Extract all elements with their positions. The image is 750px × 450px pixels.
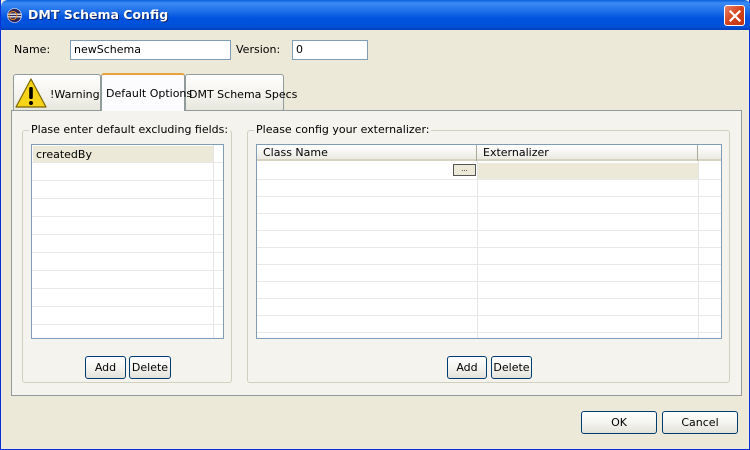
externalizer-table[interactable]: Class Name Externalizer ... xyxy=(256,144,722,339)
column-header-externalizer[interactable]: Externalizer xyxy=(478,145,698,161)
row-line xyxy=(32,180,223,181)
row-line xyxy=(257,247,721,248)
row-line xyxy=(32,234,223,235)
tab-warning-label: !Warning! xyxy=(50,88,105,101)
externalizer-title: Please config your externalizer: xyxy=(254,123,432,136)
tab-default-options-label: Default Options xyxy=(106,87,193,100)
tab-dmt-schema-specs[interactable]: DMT Schema Specs xyxy=(185,74,297,110)
tab-default-options[interactable]: Default Options xyxy=(101,73,192,111)
row-line xyxy=(257,281,721,282)
externalizer-group: Please config your externalizer: Class N… xyxy=(247,123,730,383)
row-line xyxy=(257,332,721,333)
column-divider xyxy=(213,145,214,338)
list-item[interactable]: createdBy xyxy=(33,146,213,162)
class-name-cell-editor[interactable] xyxy=(257,163,477,179)
row-line xyxy=(32,198,223,199)
browse-button[interactable]: ... xyxy=(453,164,476,176)
add-externalizer-button[interactable]: Add xyxy=(447,356,487,379)
version-field[interactable]: 0 xyxy=(292,40,368,60)
column-header-class-name-label: Class Name xyxy=(263,146,328,159)
row-line xyxy=(32,252,223,253)
row-line xyxy=(32,288,223,289)
table-header: Class Name Externalizer xyxy=(257,145,721,161)
column-header-class-name[interactable]: Class Name xyxy=(257,145,477,161)
delete-externalizer-button[interactable]: Delete xyxy=(491,356,532,379)
row-line xyxy=(257,264,721,265)
warning-icon xyxy=(15,78,47,108)
tab-panel: Plase enter default excluding fields: cr… xyxy=(11,110,742,396)
excluding-fields-title: Plase enter default excluding fields: xyxy=(29,123,231,136)
excluding-fields-group: Plase enter default excluding fields: cr… xyxy=(22,123,232,383)
column-divider xyxy=(698,161,699,338)
name-label: Name: xyxy=(14,43,51,56)
column-header-externalizer-label: Externalizer xyxy=(483,146,549,159)
cancel-button[interactable]: Cancel xyxy=(662,411,738,434)
row-line xyxy=(257,315,721,316)
row-line xyxy=(32,216,223,217)
row-line xyxy=(32,306,223,307)
version-label: Version: xyxy=(236,43,281,56)
name-field[interactable]: newSchema xyxy=(70,40,231,60)
column-divider xyxy=(477,161,478,338)
row-line xyxy=(257,213,721,214)
close-icon xyxy=(729,10,741,22)
window-title: DMT Schema Config xyxy=(28,7,169,22)
row-line xyxy=(257,196,721,197)
row-line xyxy=(257,179,721,180)
excluding-fields-list[interactable]: createdBy xyxy=(31,144,224,339)
row-line xyxy=(32,162,223,163)
browse-button-label: ... xyxy=(461,165,468,173)
row-line xyxy=(257,298,721,299)
close-button[interactable] xyxy=(724,5,745,26)
tab-dmt-schema-specs-label: DMT Schema Specs xyxy=(189,88,298,101)
dialog-window: DMT Schema Config Name: newSchema Versio… xyxy=(0,0,750,450)
row-line xyxy=(32,270,223,271)
delete-excluding-button[interactable]: Delete xyxy=(129,356,171,379)
row-line xyxy=(257,230,721,231)
ok-button[interactable]: OK xyxy=(581,411,657,434)
title-bar[interactable]: DMT Schema Config xyxy=(1,0,750,30)
tab-warning[interactable]: !Warning! xyxy=(13,74,105,110)
eclipse-app-icon xyxy=(7,8,22,23)
add-excluding-button[interactable]: Add xyxy=(85,356,126,379)
row-line xyxy=(32,324,223,325)
list-item-label: createdBy xyxy=(36,148,92,161)
